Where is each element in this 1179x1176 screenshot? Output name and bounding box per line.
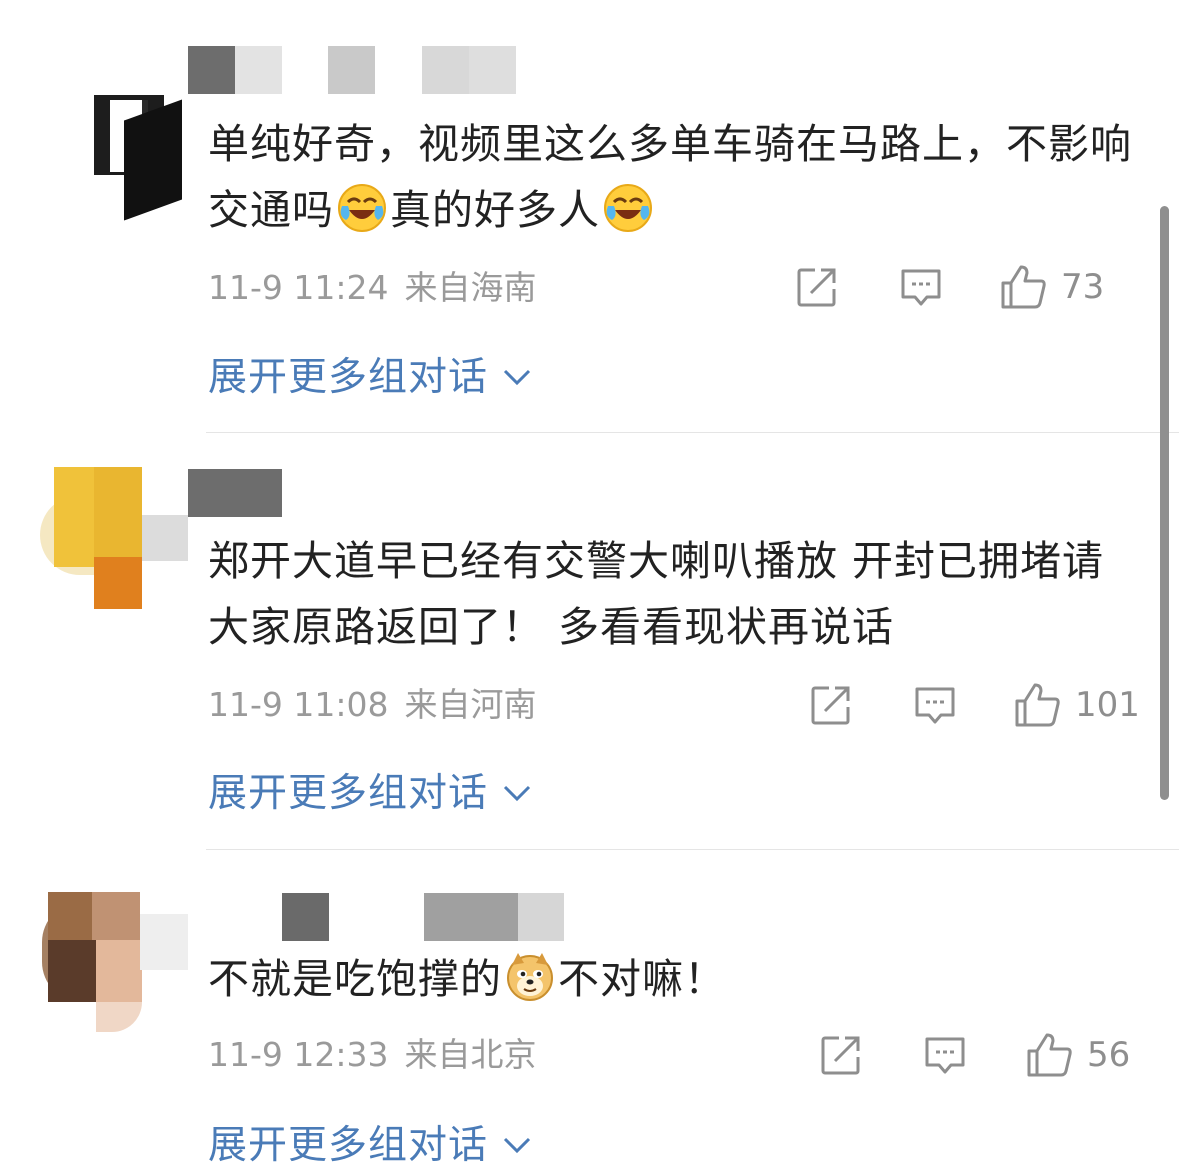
share-icon xyxy=(811,686,850,725)
share-button[interactable] xyxy=(809,678,853,732)
avatar[interactable] xyxy=(40,892,190,1042)
comment-item: 不就是吃饱撑的 不对嘛！ 11-9 12:33 来自北京 56 展开更多组对话 xyxy=(0,850,1179,1168)
comment-item: 郑开大道早已经有交警大喇叭播放 开封已拥堵请大家原路返回了！ 多看看现状再说话 … xyxy=(0,433,1179,850)
comment-icon xyxy=(901,269,941,306)
username[interactable] xyxy=(188,469,288,517)
expand-conversation-link[interactable]: 展开更多组对话 xyxy=(208,760,532,820)
reply-button[interactable] xyxy=(913,678,957,732)
comment-date: 11-9 11:24 xyxy=(208,268,389,307)
share-icon xyxy=(797,268,836,307)
comment-location: 来自北京 xyxy=(404,1035,537,1074)
thumbs-up-icon xyxy=(1015,683,1060,727)
username[interactable] xyxy=(188,893,568,941)
comment-actions: 101 xyxy=(809,678,1140,732)
like-count: 73 xyxy=(1061,267,1105,307)
reply-button[interactable] xyxy=(899,260,943,314)
share-icon xyxy=(821,1036,860,1075)
avatar[interactable] xyxy=(40,467,190,617)
avatar[interactable] xyxy=(40,40,190,221)
like-button[interactable]: 56 xyxy=(1025,1028,1130,1082)
comment-meta: 11-9 11:08 来自河南 xyxy=(208,680,537,730)
share-button[interactable] xyxy=(819,1028,863,1082)
share-button[interactable] xyxy=(795,260,839,314)
thumbs-up-icon xyxy=(1001,265,1046,309)
comment-location: 来自海南 xyxy=(404,268,537,307)
comment-icon xyxy=(925,1037,965,1074)
reply-button[interactable] xyxy=(923,1028,967,1082)
laugh-cry-emoji xyxy=(602,182,654,234)
chevron-down-icon xyxy=(502,760,532,820)
doge-emoji xyxy=(504,951,556,1003)
username[interactable] xyxy=(188,46,518,94)
chevron-down-icon xyxy=(502,344,532,404)
comment-meta: 11-9 12:33 来自北京 xyxy=(208,1030,537,1080)
comment-text: 单纯好奇，视频里这么多单车骑在马路上，不影响交通吗 真的好多人 xyxy=(208,120,1132,234)
expand-conversation-link[interactable]: 展开更多组对话 xyxy=(208,1112,532,1172)
comment-location: 来自河南 xyxy=(404,685,537,724)
comment-actions: 56 xyxy=(819,1028,1135,1082)
like-button[interactable]: 101 xyxy=(1013,678,1140,732)
comment-text: 不就是吃饱撑的 不对嘛！ xyxy=(208,946,1143,1012)
comment-icon xyxy=(915,687,955,724)
laugh-cry-emoji xyxy=(336,182,388,234)
comment-date: 11-9 11:08 xyxy=(208,685,389,724)
comment-date: 11-9 12:33 xyxy=(208,1035,389,1074)
comment-item: 单纯好奇，视频里这么多单车骑在马路上，不影响交通吗 真的好多人 11-9 11:2… xyxy=(0,0,1179,433)
expand-conversation-link[interactable]: 展开更多组对话 xyxy=(208,344,532,404)
like-count: 56 xyxy=(1087,1035,1131,1075)
comment-actions: 73 xyxy=(795,260,1135,314)
comment-meta: 11-9 11:24 来自海南 xyxy=(208,263,537,313)
like-count: 101 xyxy=(1075,685,1140,725)
scrollbar[interactable] xyxy=(1160,206,1169,800)
chevron-down-icon xyxy=(502,1112,532,1172)
thumbs-up-icon xyxy=(1027,1033,1072,1077)
comment-text: 郑开大道早已经有交警大喇叭播放 开封已拥堵请大家原路返回了！ 多看看现状再说话 xyxy=(208,537,1105,651)
like-button[interactable]: 73 xyxy=(999,260,1104,314)
